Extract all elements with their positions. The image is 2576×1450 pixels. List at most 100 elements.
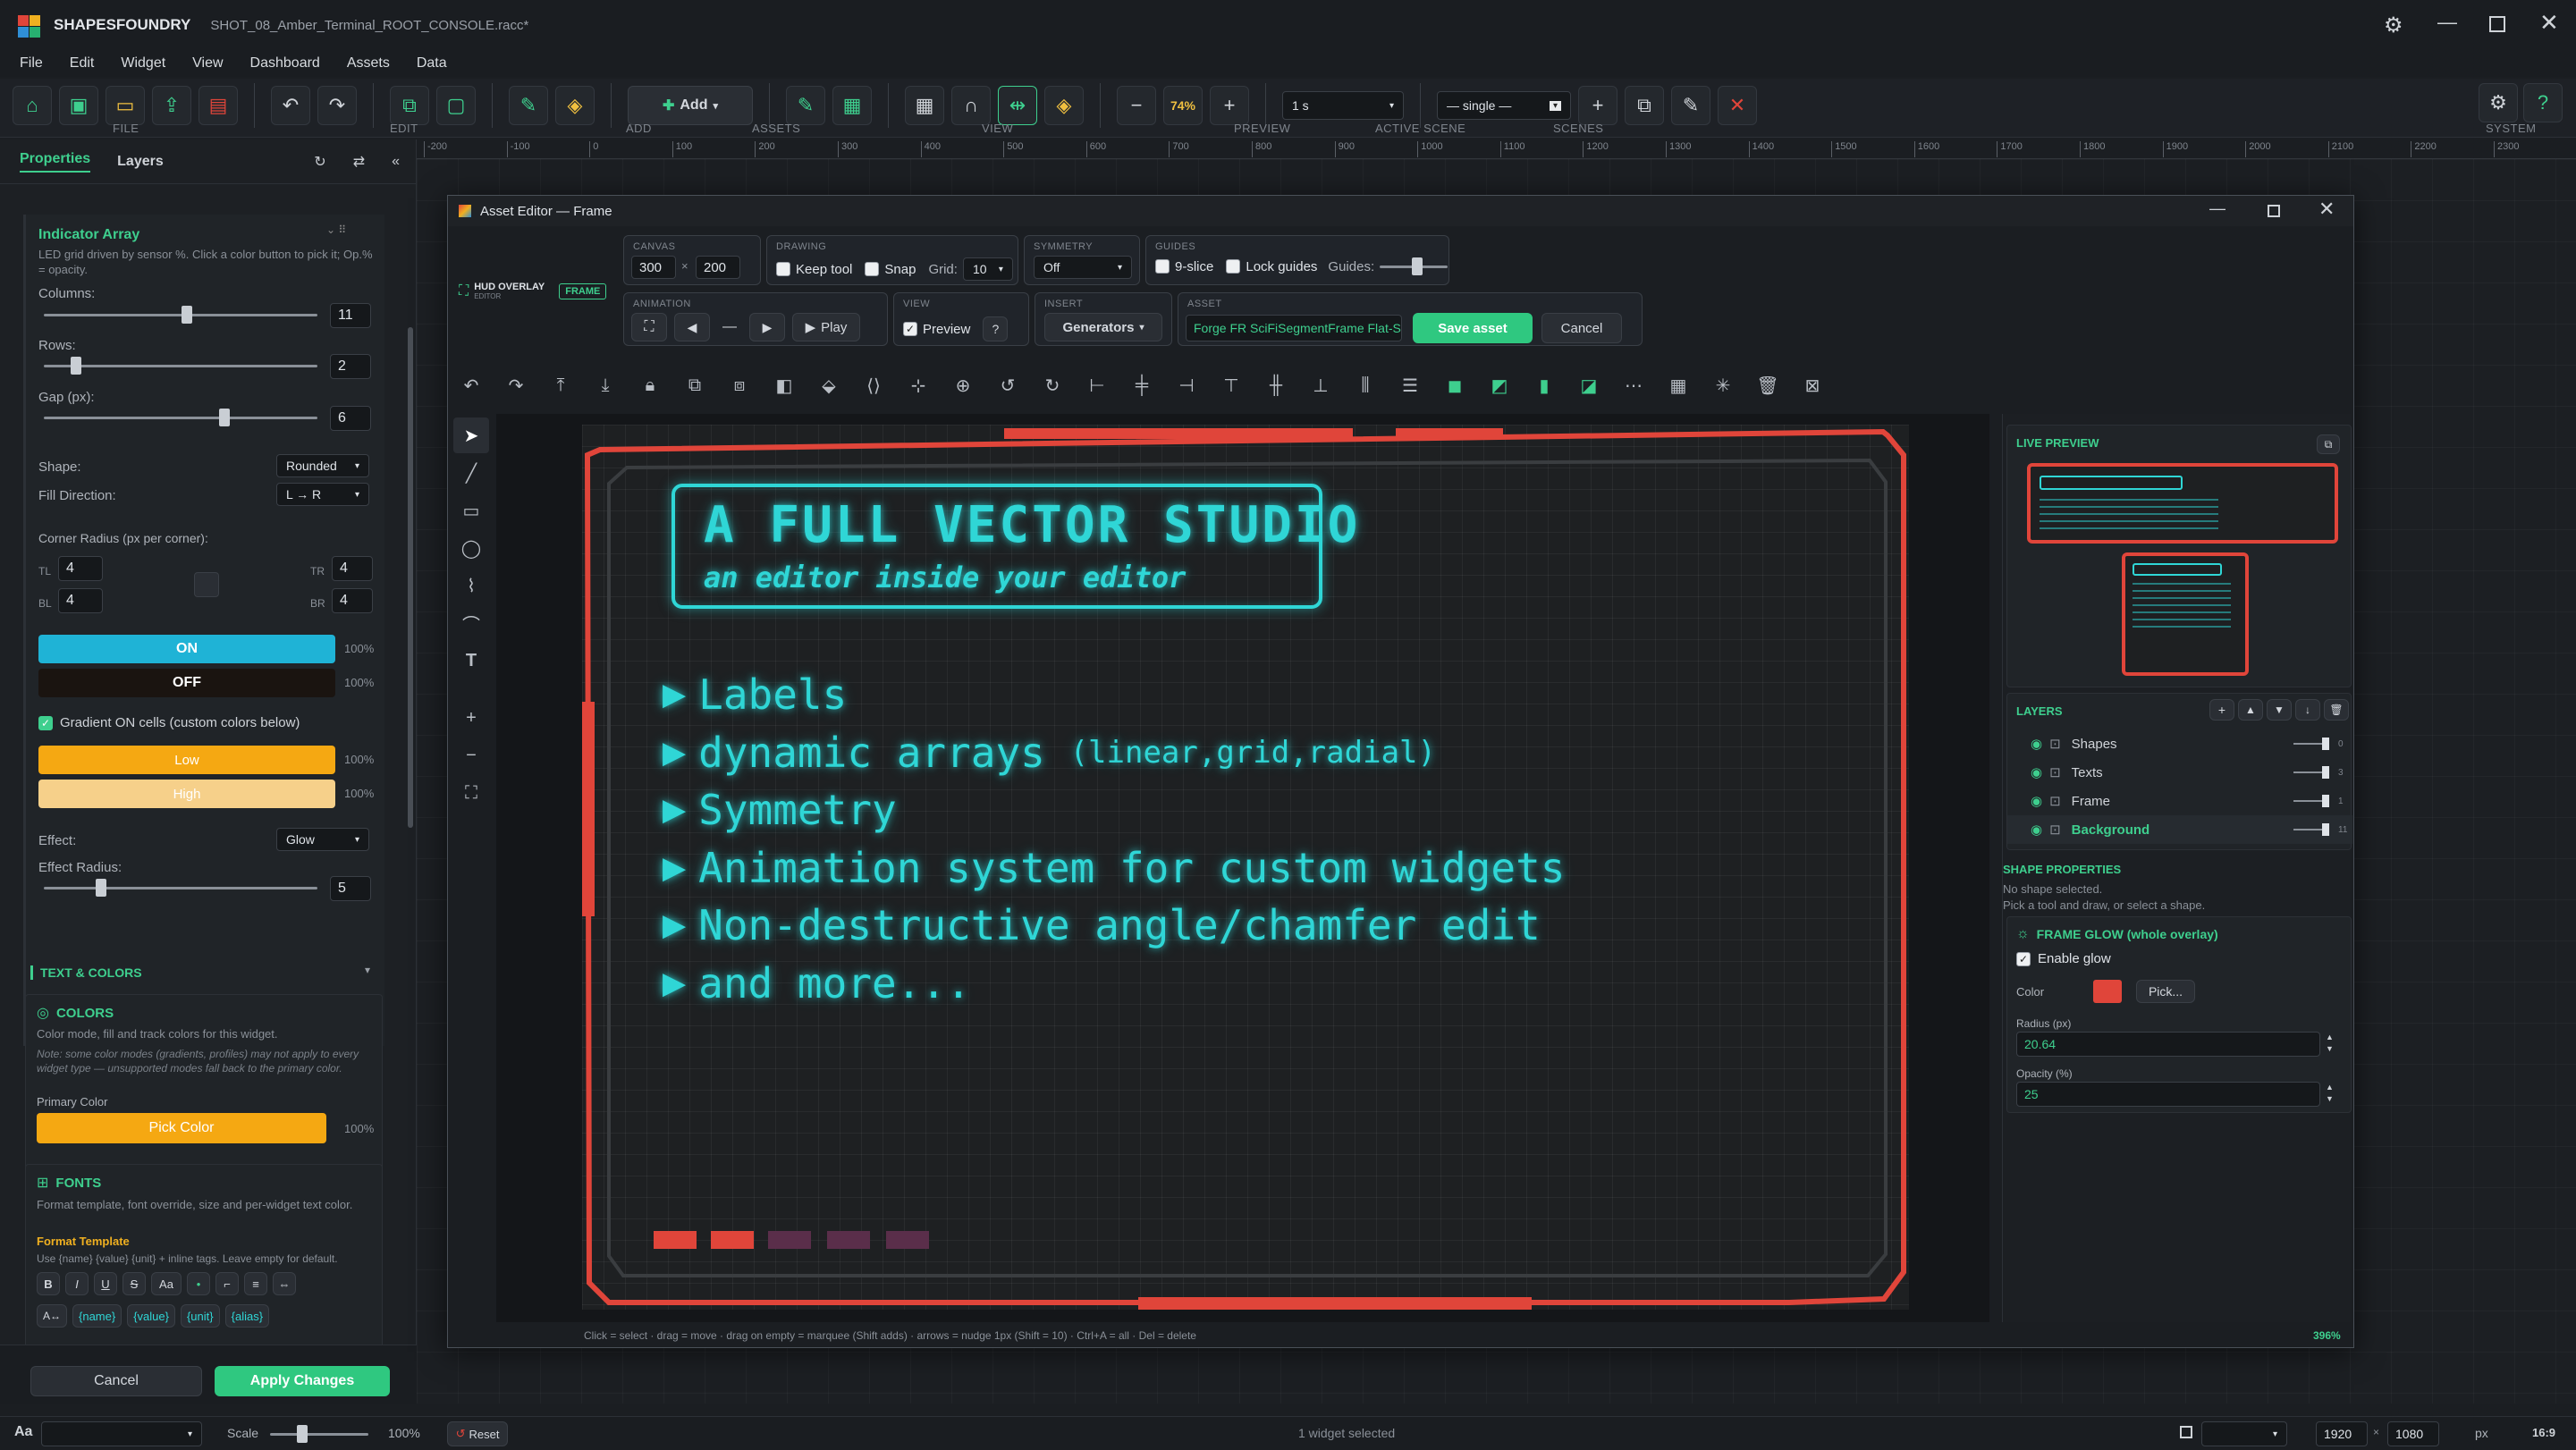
rows-slider[interactable] xyxy=(44,355,317,376)
anim-prev-button[interactable]: ◀ xyxy=(674,313,710,341)
bold-button[interactable]: B xyxy=(37,1272,60,1295)
view-help-button[interactable]: ? xyxy=(983,316,1009,341)
shape-select[interactable]: Rounded ▾ xyxy=(276,454,369,477)
arc-tool-icon[interactable]: ⌒ xyxy=(453,605,489,641)
menu-assets[interactable]: Assets xyxy=(347,55,390,72)
swap-icon[interactable]: ⇄ xyxy=(353,153,365,171)
menu-file[interactable]: File xyxy=(20,55,43,72)
pen-icon[interactable]: ✎ xyxy=(509,86,548,125)
on-color-button[interactable]: ON xyxy=(38,635,335,663)
ungroup-icon[interactable]: ⧈ xyxy=(722,367,757,403)
align-right-icon[interactable]: ⊣ xyxy=(1169,367,1204,403)
align-button[interactable]: ≡ xyxy=(244,1272,267,1295)
undo-icon[interactable]: ↶ xyxy=(271,86,310,125)
color-dot-button[interactable]: • xyxy=(187,1272,210,1295)
save-icon[interactable]: ▣ xyxy=(59,86,98,125)
gradient-checkbox[interactable]: ✓ xyxy=(38,715,53,730)
gap-slider[interactable] xyxy=(44,407,317,428)
align-left-icon[interactable]: ⊢ xyxy=(1079,367,1115,403)
refresh-icon[interactable]: ↻ xyxy=(314,153,325,171)
asset-cancel-button[interactable]: Cancel xyxy=(1541,313,1622,343)
flip-v-icon[interactable]: ⬙ xyxy=(811,367,847,403)
close-button[interactable]: ✕ xyxy=(2539,9,2559,37)
enable-glow-checkbox[interactable]: ✓ xyxy=(2016,951,2031,966)
copy-icon[interactable]: ⧉ xyxy=(390,86,429,125)
eye-icon[interactable]: ◉ xyxy=(2031,736,2042,752)
delete-shape-icon[interactable]: 🗑︎ xyxy=(1750,367,1786,403)
align-middle-icon[interactable]: ╫ xyxy=(1258,367,1294,403)
redo-icon[interactable]: ↷ xyxy=(317,86,357,125)
delete-scene-icon[interactable]: ✕ xyxy=(1718,86,1757,125)
properties-scrollbar[interactable] xyxy=(408,327,413,828)
rows-input[interactable]: 2 xyxy=(330,354,371,379)
anim-next-button[interactable]: ▶ xyxy=(749,313,785,341)
glow-color-swatch[interactable] xyxy=(2093,980,2122,1003)
maximize-button[interactable] xyxy=(2489,16,2505,32)
canvas-zoom-in-icon[interactable]: + xyxy=(453,700,489,736)
add-scene-icon[interactable]: + xyxy=(1578,86,1617,125)
export-icon[interactable]: ⇪ xyxy=(152,86,191,125)
zoom-out-icon[interactable]: − xyxy=(1117,86,1156,125)
case-button[interactable]: Aa xyxy=(151,1272,182,1295)
pick-color-button[interactable]: Pick Color xyxy=(37,1113,326,1143)
minimize-button[interactable]: — xyxy=(2437,11,2457,34)
lock-layer-icon[interactable]: ⊡ xyxy=(2049,793,2061,809)
menu-widget[interactable]: Widget xyxy=(121,55,165,72)
guides-slider[interactable] xyxy=(1380,256,1448,277)
nine-slice-checkbox[interactable] xyxy=(1155,259,1170,274)
rect-tool-icon[interactable]: ▭ xyxy=(453,493,489,528)
font-size-adjust-button[interactable]: A↔ xyxy=(37,1304,67,1328)
layer-up-button[interactable]: ▲ xyxy=(2238,699,2263,721)
font-select[interactable]: ▾ xyxy=(41,1421,202,1446)
underline-button[interactable]: U xyxy=(94,1272,117,1295)
size-button[interactable]: ⌐ xyxy=(215,1272,239,1295)
collapse-icon[interactable]: « xyxy=(392,154,400,170)
tag-value[interactable]: {value} xyxy=(127,1304,175,1328)
radius-input[interactable]: 20.64 xyxy=(2016,1032,2320,1057)
cancel-button[interactable]: Cancel xyxy=(30,1366,202,1396)
mirror-h-icon[interactable]: ⟨⟩ xyxy=(856,367,891,403)
snap-checkbox[interactable] xyxy=(865,262,880,276)
generators-button[interactable]: Generators ▾ xyxy=(1044,313,1162,341)
lock-layer-icon[interactable]: ⊡ xyxy=(2049,736,2061,752)
br-input[interactable]: 4 xyxy=(332,588,373,613)
array-radial-icon[interactable]: ✳ xyxy=(1705,367,1741,403)
delete-file-icon[interactable]: ▤ xyxy=(198,86,238,125)
reset-button[interactable]: ↺ Reset xyxy=(447,1421,508,1446)
align-bottom-icon[interactable]: ⊥ xyxy=(1303,367,1339,403)
align-center-icon[interactable]: ╪ xyxy=(1124,367,1160,403)
bl-input[interactable]: 4 xyxy=(58,588,103,613)
resolution-select[interactable]: ▾ xyxy=(2201,1421,2287,1446)
artboard[interactable]: A FULL VECTOR STUDIO an editor inside yo… xyxy=(582,425,1909,1310)
anim-frame-button[interactable]: ⛶ xyxy=(631,313,667,341)
menu-view[interactable]: View xyxy=(192,55,223,72)
help-icon[interactable]: ? xyxy=(2523,83,2563,122)
clear-icon[interactable]: ⊠ xyxy=(1795,367,1830,403)
layer-row[interactable]: ◉ ⊡ Background 11 xyxy=(2007,815,2352,844)
editor-maximize-button[interactable] xyxy=(2268,205,2280,217)
apply-changes-button[interactable]: Apply Changes xyxy=(215,1366,390,1396)
duplicate-scene-icon[interactable]: ⧉ xyxy=(1625,86,1664,125)
italic-button[interactable]: I xyxy=(65,1272,89,1295)
preview-select[interactable]: 1 s ▾ xyxy=(1282,91,1404,120)
fill-icon[interactable]: ◈ xyxy=(555,86,595,125)
open-folder-icon[interactable]: ▭ xyxy=(106,86,145,125)
rotate-ccw-icon[interactable]: ↺ xyxy=(990,367,1026,403)
card-collapse-icon[interactable]: ⌄ ⠿ xyxy=(326,223,346,236)
array-grid-icon[interactable]: ▦ xyxy=(1660,367,1696,403)
menu-edit[interactable]: Edit xyxy=(70,55,95,72)
scene-select[interactable]: — single — ▾ xyxy=(1437,91,1571,120)
low-color-button[interactable]: Low xyxy=(38,746,335,774)
effect-radius-input[interactable]: 5 xyxy=(330,876,371,901)
keep-tool-checkbox[interactable] xyxy=(776,262,790,276)
boolean-intersect-icon[interactable]: ▮ xyxy=(1526,367,1562,403)
eye-icon[interactable]: ◉ xyxy=(2031,764,2042,780)
off-color-button[interactable]: OFF xyxy=(38,669,335,697)
undo-small-icon[interactable]: ↶ xyxy=(453,367,489,403)
tab-layers[interactable]: Layers xyxy=(117,154,164,170)
tl-input[interactable]: 4 xyxy=(58,556,103,581)
text-colors-section[interactable]: TEXT & COLORS xyxy=(40,965,142,980)
fit-canvas-icon[interactable]: ⛶ xyxy=(453,775,489,811)
high-color-button[interactable]: High xyxy=(38,780,335,808)
rotate-cw-icon[interactable]: ↻ xyxy=(1035,367,1070,403)
